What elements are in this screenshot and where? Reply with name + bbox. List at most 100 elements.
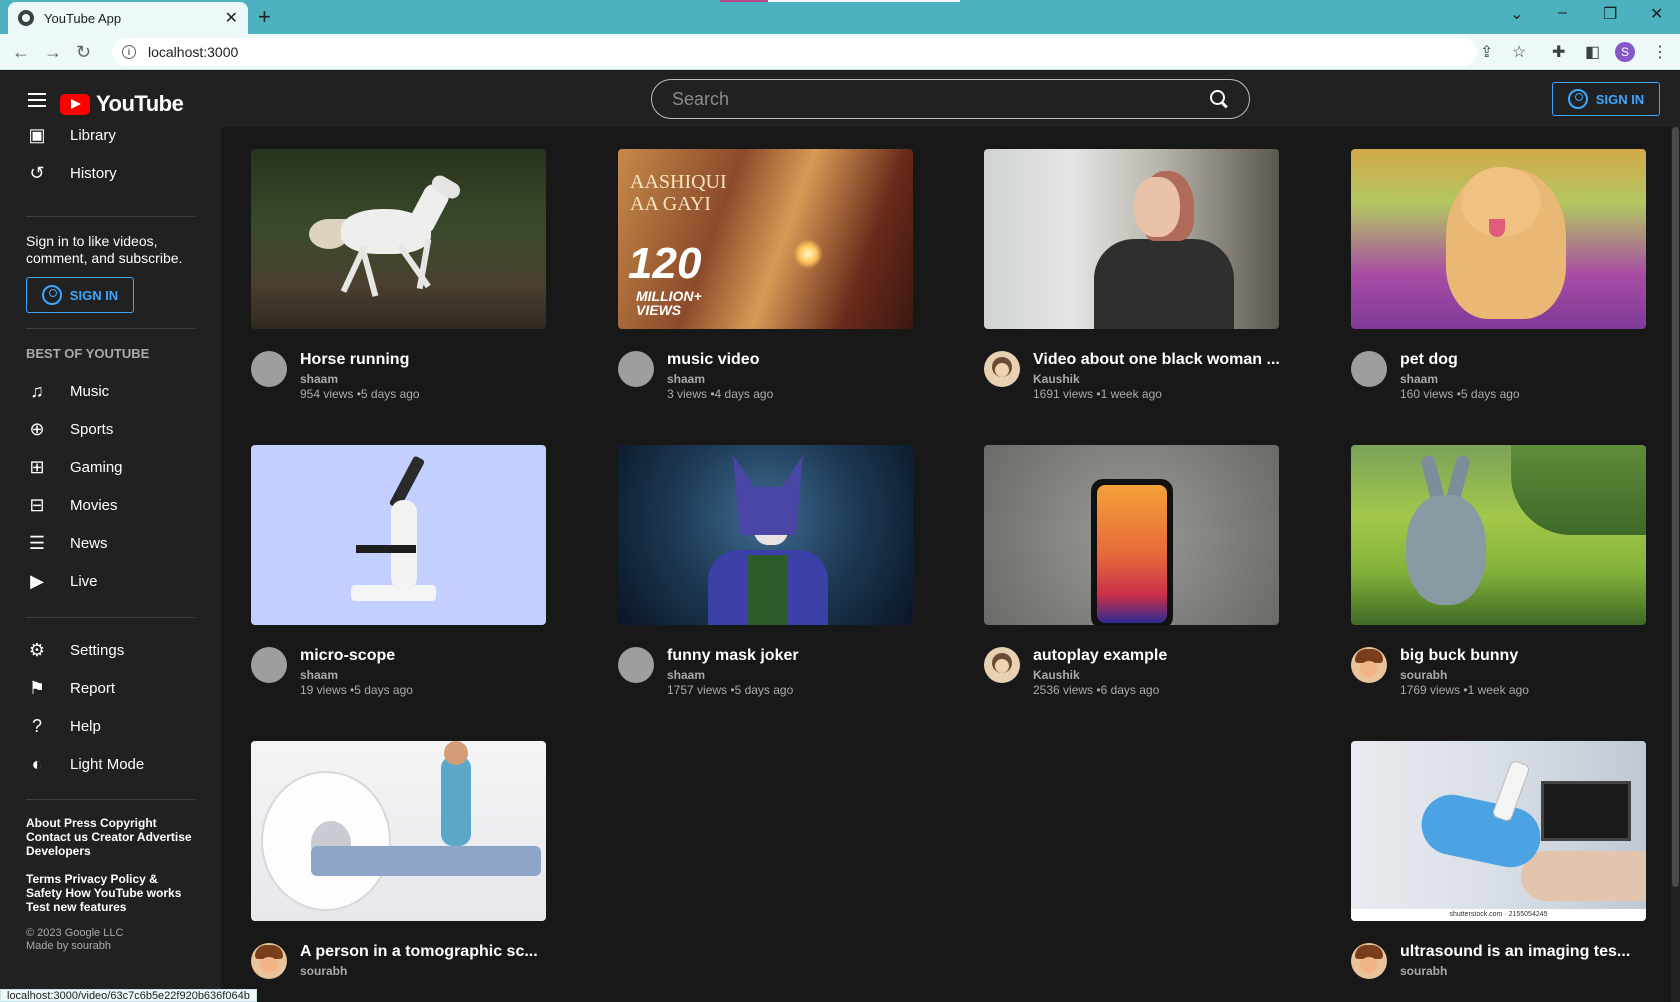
channel-avatar[interactable]	[984, 351, 1020, 387]
video-title[interactable]: ultrasound is an imaging tes...	[1400, 942, 1630, 962]
video-title[interactable]: pet dog	[1400, 350, 1520, 370]
forward-icon[interactable]: →	[44, 42, 62, 63]
video-title[interactable]: funny mask joker	[667, 646, 799, 666]
video-title[interactable]: big buck bunny	[1400, 646, 1529, 666]
video-card[interactable]: micro-scope shaam 19 views •5 days ago	[251, 445, 546, 697]
channel-avatar[interactable]	[618, 351, 654, 387]
info-icon[interactable]: i	[122, 45, 136, 59]
channel-avatar[interactable]	[618, 647, 654, 683]
channel-avatar[interactable]	[251, 943, 287, 979]
sidebar-item-label: Library	[70, 127, 116, 144]
avatar[interactable]: S	[1615, 42, 1635, 62]
video-title[interactable]: A person in a tomographic sc...	[300, 942, 538, 962]
url-field[interactable]: i localhost:3000	[112, 38, 1477, 66]
search-icon[interactable]	[1209, 89, 1229, 109]
share-icon[interactable]: ⇪	[1480, 42, 1493, 62]
sidebar-item-light-mode[interactable]: ◐ Light Mode	[26, 752, 145, 776]
channel-avatar[interactable]	[1351, 351, 1387, 387]
minimize-icon[interactable]: –	[1558, 4, 1567, 22]
video-card[interactable]: autoplay example Kaushik 2536 views •6 d…	[984, 445, 1279, 697]
sidebar-item-gaming[interactable]: ⊞ Gaming	[26, 455, 122, 479]
hamburger-menu-icon[interactable]	[28, 93, 46, 107]
channel-avatar[interactable]	[251, 647, 287, 683]
sidebar-item-settings[interactable]: ⚙ Settings	[26, 638, 124, 662]
channel-name[interactable]: shaam	[667, 372, 773, 386]
channel-name[interactable]: shaam	[300, 372, 420, 386]
video-card[interactable]: pet dog shaam 160 views •5 days ago	[1351, 149, 1646, 401]
video-card[interactable]: big buck bunny sourabh 1769 views •1 wee…	[1351, 445, 1646, 697]
video-thumbnail[interactable]	[1351, 445, 1646, 625]
reload-icon[interactable]: ↻	[76, 42, 91, 63]
video-card[interactable]: shutterstock.com · 2155054245 ultrasound…	[1351, 741, 1646, 979]
channel-name[interactable]: Kaushik	[1033, 372, 1280, 386]
video-card[interactable]: A person in a tomographic sc... sourabh	[251, 741, 546, 979]
sidebar-item-history[interactable]: ↺ History	[26, 161, 116, 185]
sidebar-item-live[interactable]: ▶ Live	[26, 569, 97, 593]
back-icon[interactable]: ←	[12, 42, 30, 63]
video-thumbnail[interactable]	[251, 741, 546, 921]
app-header: YouTube SIGN IN	[0, 71, 1680, 127]
flag-icon: ⚑	[28, 677, 46, 698]
user-icon	[41, 285, 62, 305]
live-icon: ▶	[30, 570, 44, 591]
footer-links[interactable]: About Press Copyright Contact us Creator…	[26, 816, 196, 858]
logo[interactable]: YouTube	[60, 91, 184, 117]
close-icon[interactable]: ✕	[225, 8, 238, 28]
footer-links[interactable]: Terms Privacy Policy & Safety How YouTub…	[26, 872, 196, 914]
logo-text: YouTube	[96, 91, 184, 116]
video-title[interactable]: autoplay example	[1033, 646, 1167, 666]
channel-avatar[interactable]	[984, 647, 1020, 683]
video-thumbnail[interactable]	[251, 149, 546, 329]
video-thumbnail[interactable]	[984, 445, 1279, 625]
video-title[interactable]: micro-scope	[300, 646, 413, 666]
video-card[interactable]: Video about one black woman ... Kaushik …	[984, 149, 1280, 401]
sidebar-item-help[interactable]: ? Help	[26, 714, 101, 738]
sidebar-item-news[interactable]: ☰ News	[26, 531, 108, 555]
sidebar-sign-in-button[interactable]: SIGN IN	[26, 277, 134, 313]
close-window-icon[interactable]: ✕	[1650, 4, 1663, 24]
video-thumbnail[interactable]: AASHIQUI AA GAYI 120 MILLION+ VIEWS	[618, 149, 913, 329]
channel-name[interactable]: shaam	[1400, 372, 1520, 386]
channel-avatar[interactable]	[1351, 647, 1387, 683]
video-card[interactable]: AASHIQUI AA GAYI 120 MILLION+ VIEWS musi…	[618, 149, 913, 401]
search-box	[651, 79, 1250, 119]
extensions-icon[interactable]: ✚	[1552, 42, 1565, 62]
restore-icon[interactable]: ❐	[1603, 4, 1617, 24]
scrollbar-thumb[interactable]	[1672, 127, 1679, 887]
scrollbar[interactable]	[1671, 127, 1680, 1002]
video-stats: 954 views •5 days ago	[300, 387, 420, 401]
channel-avatar[interactable]	[251, 351, 287, 387]
video-card[interactable]: funny mask joker shaam 1757 views •5 day…	[618, 445, 913, 697]
menu-icon[interactable]: ⋮	[1652, 42, 1668, 62]
video-thumbnail[interactable]: shutterstock.com · 2155054245	[1351, 741, 1646, 921]
sidebar-item-library[interactable]: ▣ Library	[26, 127, 116, 147]
channel-name[interactable]: shaam	[667, 668, 799, 682]
sidebar-item-music[interactable]: ♫ Music	[26, 379, 109, 403]
video-title[interactable]: Horse running	[300, 350, 420, 370]
sidebar-item-sports[interactable]: ⊕ Sports	[26, 417, 113, 441]
channel-name[interactable]: Kaushik	[1033, 668, 1167, 682]
video-thumbnail[interactable]	[618, 445, 913, 625]
video-thumbnail[interactable]	[251, 445, 546, 625]
video-card[interactable]: Horse running shaam 954 views •5 days ag…	[251, 149, 546, 401]
channel-name[interactable]: sourabh	[1400, 668, 1529, 682]
browser-tab[interactable]: YouTube App ✕	[8, 2, 248, 34]
sidepanel-icon[interactable]: ◧	[1585, 42, 1600, 62]
video-thumbnail[interactable]	[1351, 149, 1646, 329]
channel-name[interactable]: sourabh	[1400, 964, 1630, 978]
video-thumbnail[interactable]	[984, 149, 1279, 329]
sidebar-item-report[interactable]: ⚑ Report	[26, 676, 115, 700]
new-tab-button[interactable]: +	[258, 4, 271, 30]
sign-in-button[interactable]: SIGN IN	[1552, 82, 1660, 116]
tab-search-icon[interactable]: ⌄	[1510, 4, 1523, 24]
search-input[interactable]	[672, 88, 1209, 110]
made-by: Made by sourabh	[26, 940, 111, 952]
channel-name[interactable]: sourabh	[300, 964, 538, 978]
sidebar-item-movies[interactable]: ⊟ Movies	[26, 493, 117, 517]
video-title[interactable]: music video	[667, 350, 773, 370]
sidebar-item-label: News	[70, 534, 108, 552]
video-title[interactable]: Video about one black woman ...	[1033, 350, 1280, 370]
channel-avatar[interactable]	[1351, 943, 1387, 979]
channel-name[interactable]: shaam	[300, 668, 413, 682]
star-icon[interactable]: ☆	[1512, 42, 1526, 62]
